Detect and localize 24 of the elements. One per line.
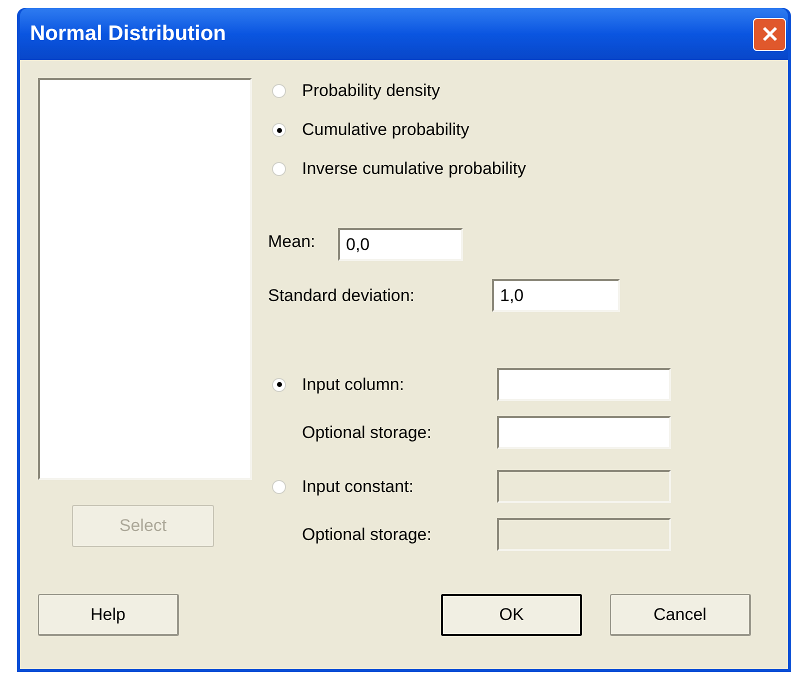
input-field[interactable] — [497, 368, 671, 401]
option-label: Probability density — [302, 80, 440, 102]
field-label: Mean: — [268, 230, 316, 253]
radio-button[interactable] — [272, 378, 286, 392]
field-label: Optional storage: — [301, 524, 432, 546]
input-field[interactable] — [497, 416, 671, 449]
radio-button[interactable] — [272, 84, 286, 98]
close-icon — [760, 25, 778, 43]
option-label: Cumulative probability — [302, 119, 470, 142]
window-title: Normal Distribution — [30, 21, 226, 48]
field-label: Optional storage: — [301, 422, 432, 444]
option-label: Inverse cumulative probability — [302, 158, 526, 180]
option-label: Input column: — [302, 374, 404, 396]
dialog-button[interactable]: Cancel — [610, 594, 751, 636]
input-field[interactable]: 0,0 — [338, 228, 463, 261]
dialog-button[interactable]: Help — [38, 594, 179, 636]
dialog-button[interactable]: OK — [441, 594, 582, 636]
field-label: Standard deviation: — [268, 284, 416, 307]
radio-button[interactable] — [272, 480, 286, 494]
radio-button[interactable] — [272, 123, 286, 137]
radio-button[interactable] — [272, 162, 286, 176]
option-label: Input constant: — [302, 476, 414, 498]
close-button[interactable] — [753, 18, 786, 50]
input-field[interactable]: 1,0 — [492, 279, 620, 312]
